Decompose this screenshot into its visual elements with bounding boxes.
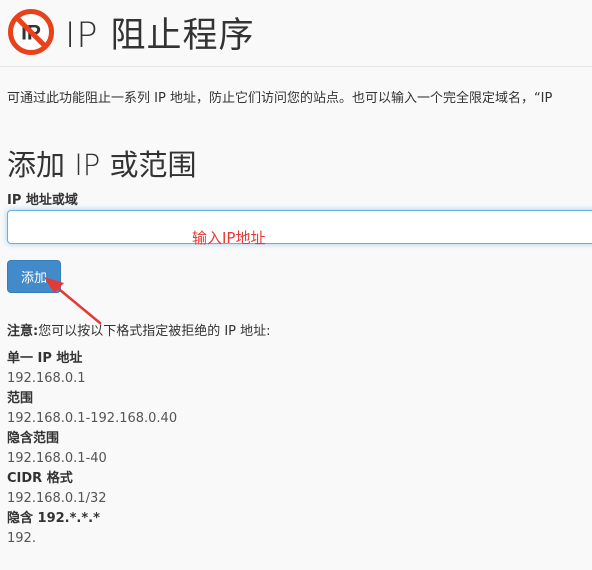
ip-blocker-no-symbol-icon: IP [8,9,54,55]
note-text: 您可以按以下格式指定被拒绝的 IP 地址: [38,324,271,339]
format-heading: CIDR 格式 [7,471,73,486]
page: IP IP 阻止程序 可通过此功能阻止一系列 IP 地址，防止它们访问您的站点。… [0,0,592,570]
format-example: 192.168.0.1/32 [7,491,107,506]
ip-field-label: IP 地址或域 [7,193,78,208]
header-divider [0,66,592,67]
annotation-text: 输入IP地址 [192,229,266,247]
format-example: 192.168.0.1-192.168.0.40 [7,411,178,426]
ip-address-input[interactable] [7,210,592,244]
note-label: 注意: [7,324,39,339]
format-heading: 单一 IP 地址 [7,351,83,366]
page-header: IP IP 阻止程序 [7,8,255,56]
format-example: 192. [7,531,36,546]
annotation-arrow-icon [44,277,102,325]
format-note: 注意:您可以按以下格式指定被拒绝的 IP 地址: [7,320,271,339]
format-heading: 隐含 192.*.*.* [7,511,100,526]
page-title: IP 阻止程序 [65,15,255,56]
format-heading: 范围 [7,391,34,406]
format-example: 192.168.0.1 [7,371,86,386]
format-example: 192.168.0.1-40 [7,451,107,466]
format-list: 单一 IP 地址 192.168.0.1 范围 192.168.0.1-192.… [7,349,177,549]
add-section-title: 添加 IP 或范围 [7,148,197,182]
page-description: 可通过此功能阻止一系列 IP 地址，防止它们访问您的站点。也可以输入一个完全限定… [7,91,553,106]
format-heading: 隐含范围 [7,431,60,446]
